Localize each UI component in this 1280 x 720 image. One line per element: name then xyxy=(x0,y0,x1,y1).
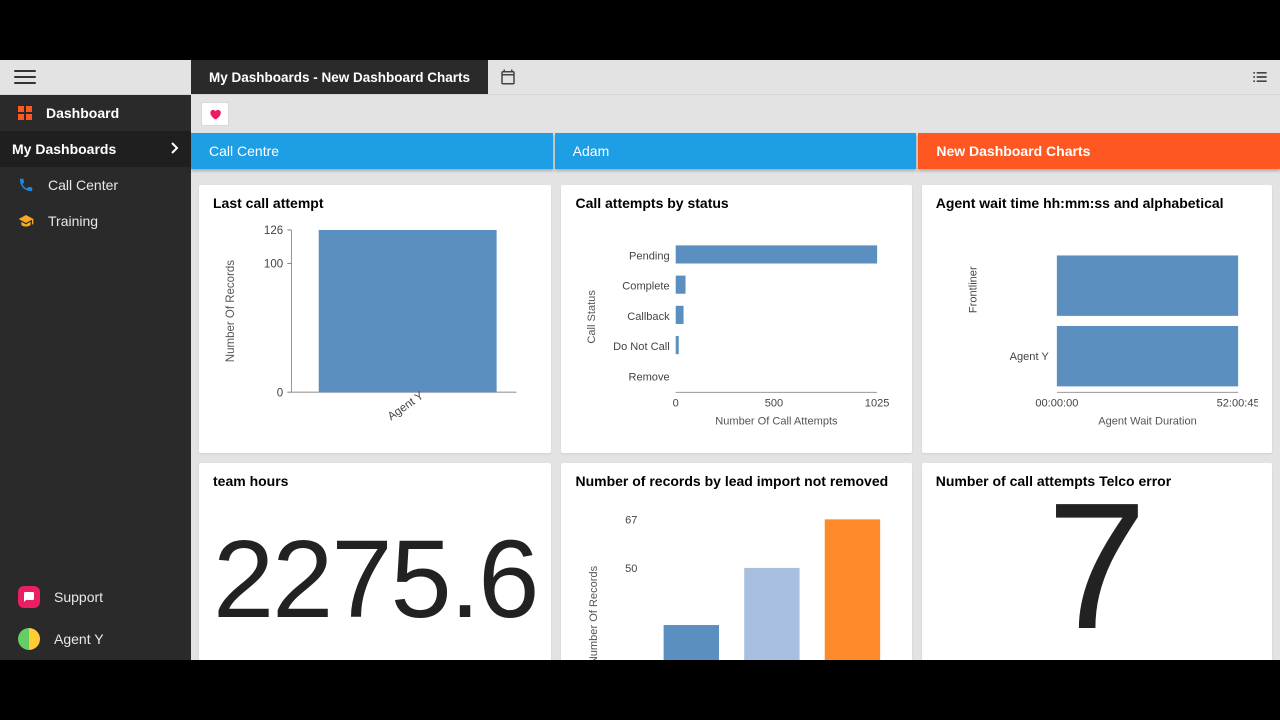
svg-text:Agent Wait Duration: Agent Wait Duration xyxy=(1098,416,1197,428)
favorite-button[interactable] xyxy=(201,102,229,126)
svg-text:0: 0 xyxy=(277,387,283,399)
svg-text:Number Of Call Attempts: Number Of Call Attempts xyxy=(716,416,839,428)
svg-text:Number Of Records: Number Of Records xyxy=(225,260,237,363)
svg-text:1025: 1025 xyxy=(865,398,890,410)
topbar: My Dashboards - New Dashboard Charts xyxy=(191,60,1280,95)
calendar-icon xyxy=(499,68,517,86)
menu-row xyxy=(0,60,191,95)
tab-label: New Dashboard Charts xyxy=(936,143,1090,159)
svg-text:Remove: Remove xyxy=(629,371,670,383)
tab-adam[interactable]: Adam xyxy=(555,133,917,169)
svg-text:Callback: Callback xyxy=(628,311,671,323)
svg-text:100: 100 xyxy=(264,259,283,271)
svg-text:Complete: Complete xyxy=(623,281,670,293)
svg-text:Call Status: Call Status xyxy=(587,290,599,344)
card-title: Number of call attempts Telco error xyxy=(936,473,1258,489)
card-last-call: Last call attempt 0 100 126 Agent Y Number O… xyxy=(199,185,551,453)
cards-grid: Last call attempt 0 100 126 Agent Y Number O… xyxy=(199,185,1272,660)
grid-icon xyxy=(18,106,32,120)
page-title: My Dashboards - New Dashboard Charts xyxy=(191,60,488,94)
card-title: Agent wait time hh:mm:ss and alphabetica… xyxy=(936,195,1258,211)
telco-value: 7 xyxy=(936,495,1258,639)
chart-lead-import: 50 67 Number Of Records xyxy=(575,495,897,660)
nav-support-label: Support xyxy=(54,589,173,605)
tabs: Call Centre Adam New Dashboard Charts xyxy=(191,133,1280,173)
graduation-cap-icon xyxy=(18,213,34,229)
nav-my-dashboards-label: My Dashboards xyxy=(12,141,173,157)
card-team-hours: team hours 2275.6 xyxy=(199,463,551,660)
svg-text:Agent Y: Agent Y xyxy=(386,390,427,423)
nav-user-label: Agent Y xyxy=(54,631,173,647)
list-icon xyxy=(1250,67,1270,87)
nav-support[interactable]: Support xyxy=(0,576,191,618)
metric-team-hours: 2275.6 xyxy=(213,495,537,660)
metric-telco: 7 xyxy=(936,495,1258,660)
svg-text:52:00:45: 52:00:45 xyxy=(1216,398,1258,410)
hamburger-icon[interactable] xyxy=(14,66,36,88)
chevron-right-icon xyxy=(171,141,179,157)
svg-text:Frontliner: Frontliner xyxy=(967,266,979,313)
svg-text:0: 0 xyxy=(673,398,679,410)
nav-dashboard[interactable]: Dashboard xyxy=(0,95,191,131)
chart-last-call: 0 100 126 Agent Y Number Of Records xyxy=(213,217,537,452)
phone-icon xyxy=(18,177,34,193)
svg-text:00:00:00: 00:00:00 xyxy=(1035,398,1078,410)
nav-my-dashboards[interactable]: My Dashboards xyxy=(0,131,191,167)
chat-icon xyxy=(18,586,40,608)
card-title: Call attempts by status xyxy=(575,195,897,211)
card-title: Last call attempt xyxy=(213,195,537,211)
sidebar: Dashboard My Dashboards Call Center Trai… xyxy=(0,60,191,660)
card-lead-import: Number of records by lead import not rem… xyxy=(561,463,911,660)
list-button[interactable] xyxy=(1240,60,1280,94)
card-title: team hours xyxy=(213,473,537,489)
content: Last call attempt 0 100 126 Agent Y Number O… xyxy=(191,173,1280,660)
nav-dashboard-label: Dashboard xyxy=(46,105,173,121)
nav-training-label: Training xyxy=(48,213,173,229)
avatar-icon xyxy=(18,628,40,650)
team-hours-value: 2275.6 xyxy=(213,495,537,635)
card-by-status: Call attempts by status Pending Complete C… xyxy=(561,185,911,453)
nav-call-center-label: Call Center xyxy=(48,177,173,193)
date-picker-button[interactable] xyxy=(488,60,528,94)
tab-new-dashboard-charts[interactable]: New Dashboard Charts xyxy=(918,133,1280,169)
toolbar xyxy=(191,95,1280,133)
main: My Dashboards - New Dashboard Charts Cal… xyxy=(191,60,1280,660)
nav-user[interactable]: Agent Y xyxy=(0,618,191,660)
tab-label: Adam xyxy=(573,143,610,159)
nav-call-center[interactable]: Call Center xyxy=(0,167,191,203)
card-telco: Number of call attempts Telco error 7 xyxy=(922,463,1272,660)
svg-text:50: 50 xyxy=(626,563,638,575)
svg-text:Do Not Call: Do Not Call xyxy=(614,341,671,353)
tab-call-centre[interactable]: Call Centre xyxy=(191,133,553,169)
svg-text:500: 500 xyxy=(765,398,783,410)
heart-icon xyxy=(208,107,222,121)
svg-text:Pending: Pending xyxy=(630,250,671,262)
app-shell: Dashboard My Dashboards Call Center Trai… xyxy=(0,60,1280,660)
chart-by-status: Pending Complete Callback Do Not Call Remove… xyxy=(575,217,897,447)
svg-text:Number Of Records: Number Of Records xyxy=(589,565,601,660)
chart-wait-time: Frontliner Agent Y 00:00:00 52:00:45 Agent W… xyxy=(936,217,1258,447)
card-wait-time: Agent wait time hh:mm:ss and alphabetica… xyxy=(922,185,1272,453)
svg-text:Agent Y: Agent Y xyxy=(1009,351,1049,363)
svg-text:67: 67 xyxy=(626,514,638,526)
nav-training[interactable]: Training xyxy=(0,203,191,239)
svg-text:126: 126 xyxy=(264,225,283,237)
card-title: Number of records by lead import not rem… xyxy=(575,473,897,489)
tab-label: Call Centre xyxy=(209,143,279,159)
